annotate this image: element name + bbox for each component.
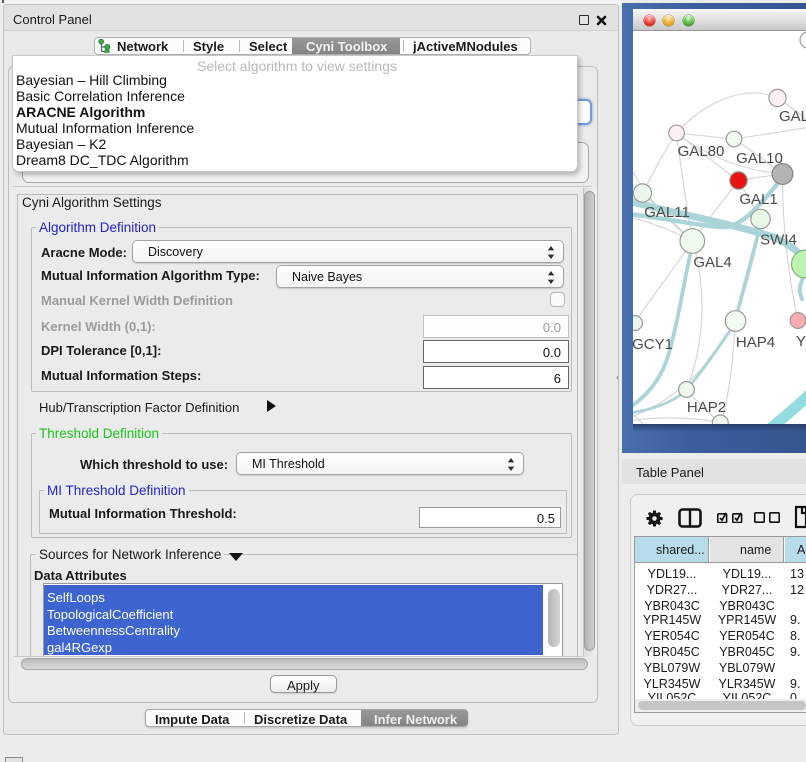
svg-text:GAL1: GAL1	[739, 191, 777, 208]
svg-text:HAP4: HAP4	[736, 334, 775, 351]
svg-text:GAL4: GAL4	[693, 254, 731, 271]
svg-text:GAL11: GAL11	[644, 204, 690, 221]
svg-text:Y: Y	[796, 333, 806, 350]
svg-text:SWI4: SWI4	[760, 232, 797, 249]
svg-text:GAL: GAL	[779, 108, 806, 125]
svg-text:GCY1: GCY1	[633, 336, 673, 353]
svg-text:GAL10: GAL10	[736, 150, 783, 167]
svg-text:GAL80: GAL80	[678, 143, 725, 160]
svg-text:HAP2: HAP2	[687, 399, 726, 416]
